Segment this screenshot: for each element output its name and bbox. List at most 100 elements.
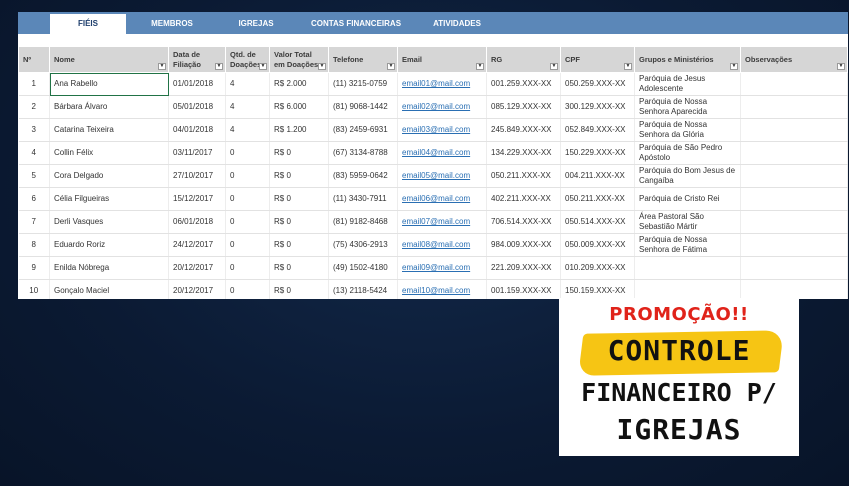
cell-observacoes[interactable]	[740, 72, 848, 96]
cell-cpf[interactable]: 050.211.XXX-XX	[560, 187, 635, 211]
column-header-email[interactable]: Email ▼	[397, 46, 487, 73]
cell-observacoes[interactable]	[740, 279, 848, 299]
cell-valor-total[interactable]: R$ 0	[269, 187, 329, 211]
cell-qtd-doacoes[interactable]: 4	[225, 95, 270, 119]
cell-observacoes[interactable]	[740, 233, 848, 257]
email-link[interactable]: email08@mail.com	[402, 240, 470, 249]
cell-qtd-doacoes[interactable]: 0	[225, 141, 270, 165]
cell-qtd-doacoes[interactable]: 0	[225, 233, 270, 257]
cell-telefone[interactable]: (83) 2459-6931	[328, 118, 398, 142]
cell-cpf[interactable]: 300.129.XXX-XX	[560, 95, 635, 119]
email-link[interactable]: email10@mail.com	[402, 286, 470, 295]
cell-nome[interactable]: Enilda Nóbrega	[49, 256, 169, 280]
cell-cpf[interactable]: 004.211.XXX-XX	[560, 164, 635, 188]
cell-numero[interactable]: 9	[18, 256, 50, 280]
cell-grupos[interactable]: Paróquia de Nossa Senhora Aparecida	[634, 95, 741, 119]
cell-data-filiacao[interactable]: 27/10/2017	[168, 164, 226, 188]
cell-cpf[interactable]: 010.209.XXX-XX	[560, 256, 635, 280]
cell-valor-total[interactable]: R$ 2.000	[269, 72, 329, 96]
cell-numero[interactable]: 1	[18, 72, 50, 96]
cell-rg[interactable]: 245.849.XXX-XX	[486, 118, 561, 142]
filter-dropdown-icon[interactable]: ▼	[837, 63, 845, 70]
cell-valor-total[interactable]: R$ 0	[269, 141, 329, 165]
cell-nome[interactable]: Derli Vasques	[49, 210, 169, 234]
cell-email[interactable]: email09@mail.com	[397, 256, 487, 280]
cell-email[interactable]: email10@mail.com	[397, 279, 487, 299]
filter-dropdown-icon[interactable]: ▼	[387, 63, 395, 70]
cell-numero[interactable]: 5	[18, 164, 50, 188]
cell-valor-total[interactable]: R$ 0	[269, 164, 329, 188]
email-link[interactable]: email03@mail.com	[402, 125, 470, 134]
email-link[interactable]: email01@mail.com	[402, 79, 470, 88]
cell-telefone[interactable]: (67) 3134-8788	[328, 141, 398, 165]
cell-qtd-doacoes[interactable]: 0	[225, 187, 270, 211]
cell-grupos[interactable]: Paróquia do Bom Jesus de Cangaíba	[634, 164, 741, 188]
cell-rg[interactable]: 706.514.XXX-XX	[486, 210, 561, 234]
cell-observacoes[interactable]	[740, 141, 848, 165]
cell-nome[interactable]: Eduardo Roriz	[49, 233, 169, 257]
cell-grupos[interactable]: Paróquia de Jesus Adolescente	[634, 72, 741, 96]
cell-numero[interactable]: 4	[18, 141, 50, 165]
cell-email[interactable]: email06@mail.com	[397, 187, 487, 211]
cell-email[interactable]: email01@mail.com	[397, 72, 487, 96]
cell-valor-total[interactable]: R$ 6.000	[269, 95, 329, 119]
cell-telefone[interactable]: (83) 5959-0642	[328, 164, 398, 188]
column-header-data-filiacao[interactable]: Data de Filiação ▼	[168, 46, 226, 73]
cell-data-filiacao[interactable]: 06/01/2018	[168, 210, 226, 234]
cell-email[interactable]: email05@mail.com	[397, 164, 487, 188]
tab-igrejas[interactable]: IGREJAS	[223, 14, 289, 34]
cell-email[interactable]: email03@mail.com	[397, 118, 487, 142]
cell-cpf[interactable]: 052.849.XXX-XX	[560, 118, 635, 142]
filter-dropdown-icon[interactable]: ▼	[550, 63, 558, 70]
filter-dropdown-icon[interactable]: ▼	[476, 63, 484, 70]
cell-rg[interactable]: 221.209.XXX-XX	[486, 256, 561, 280]
cell-numero[interactable]: 6	[18, 187, 50, 211]
column-header-telefone[interactable]: Telefone ▼	[328, 46, 398, 73]
cell-telefone[interactable]: (49) 1502-4180	[328, 256, 398, 280]
cell-qtd-doacoes[interactable]: 4	[225, 72, 270, 96]
column-header-numero[interactable]: Nº	[18, 46, 50, 73]
cell-telefone[interactable]: (11) 3430-7911	[328, 187, 398, 211]
email-link[interactable]: email04@mail.com	[402, 148, 470, 157]
cell-grupos[interactable]: Área Pastoral São Sebastião Mártir	[634, 210, 741, 234]
column-header-nome[interactable]: Nome ▼	[49, 46, 169, 73]
cell-observacoes[interactable]	[740, 95, 848, 119]
cell-numero[interactable]: 2	[18, 95, 50, 119]
filter-dropdown-icon[interactable]: ▼	[318, 63, 326, 70]
cell-nome[interactable]: Catarina Teixeira	[49, 118, 169, 142]
column-header-grupos[interactable]: Grupos e Ministérios ▼	[634, 46, 741, 73]
cell-telefone[interactable]: (11) 3215-0759	[328, 72, 398, 96]
cell-observacoes[interactable]	[740, 118, 848, 142]
cell-cpf[interactable]: 050.009.XXX-XX	[560, 233, 635, 257]
cell-valor-total[interactable]: R$ 0	[269, 279, 329, 299]
cell-cpf[interactable]: 050.514.XXX-XX	[560, 210, 635, 234]
cell-nome[interactable]: Célia Filgueiras	[49, 187, 169, 211]
cell-rg[interactable]: 050.211.XXX-XX	[486, 164, 561, 188]
cell-cpf[interactable]: 150.229.XXX-XX	[560, 141, 635, 165]
cell-rg[interactable]: 085.129.XXX-XX	[486, 95, 561, 119]
cell-observacoes[interactable]	[740, 187, 848, 211]
cell-qtd-doacoes[interactable]: 0	[225, 279, 270, 299]
cell-data-filiacao[interactable]: 05/01/2018	[168, 95, 226, 119]
cell-telefone[interactable]: (13) 2118-5424	[328, 279, 398, 299]
tab-membros[interactable]: MEMBROS	[136, 14, 208, 34]
cell-rg[interactable]: 001.159.XXX-XX	[486, 279, 561, 299]
cell-valor-total[interactable]: R$ 0	[269, 256, 329, 280]
cell-email[interactable]: email04@mail.com	[397, 141, 487, 165]
email-link[interactable]: email06@mail.com	[402, 194, 470, 203]
tab-atividades[interactable]: ATIVIDADES	[421, 14, 493, 34]
cell-nome[interactable]: Cora Delgado	[49, 164, 169, 188]
cell-cpf[interactable]: 150.159.XXX-XX	[560, 279, 635, 299]
cell-nome[interactable]: Ana Rabello	[49, 72, 169, 96]
column-header-rg[interactable]: RG ▼	[486, 46, 561, 73]
cell-valor-total[interactable]: R$ 0	[269, 210, 329, 234]
cell-rg[interactable]: 402.211.XXX-XX	[486, 187, 561, 211]
cell-rg[interactable]: 984.009.XXX-XX	[486, 233, 561, 257]
cell-qtd-doacoes[interactable]: 0	[225, 164, 270, 188]
cell-grupos[interactable]	[634, 279, 741, 299]
cell-data-filiacao[interactable]: 04/01/2018	[168, 118, 226, 142]
tab-contas-financeiras[interactable]: CONTAS FINANCEIRAS	[304, 14, 408, 34]
cell-qtd-doacoes[interactable]: 4	[225, 118, 270, 142]
cell-valor-total[interactable]: R$ 1.200	[269, 118, 329, 142]
cell-observacoes[interactable]	[740, 164, 848, 188]
